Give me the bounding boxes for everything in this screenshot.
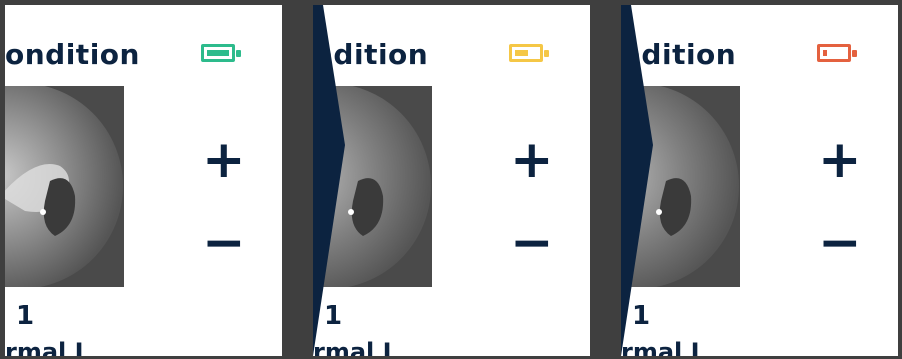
battery-full-icon (201, 44, 241, 62)
condition-number: 1 (16, 301, 35, 331)
condition-card-2: ndition + − 1 rmal I (313, 5, 590, 356)
carousel-arrow-icon (313, 5, 345, 356)
card-title: ondition (5, 38, 140, 71)
increase-button[interactable]: + (510, 134, 554, 186)
carousel-arrow-icon (621, 5, 653, 356)
condition-card-1: ondition + − 1 rmal I (5, 5, 282, 356)
increase-button[interactable]: + (818, 134, 862, 186)
otoscope-image (5, 86, 124, 287)
decrease-button[interactable]: − (202, 217, 246, 269)
condition-card-3: ndition + − 1 rmal I (621, 5, 898, 356)
increase-button[interactable]: + (202, 134, 246, 186)
condition-subtitle: rmal I (5, 338, 84, 356)
decrease-button[interactable]: − (510, 217, 554, 269)
decrease-button[interactable]: − (818, 217, 862, 269)
battery-half-icon (509, 44, 549, 62)
battery-low-icon (817, 44, 857, 62)
